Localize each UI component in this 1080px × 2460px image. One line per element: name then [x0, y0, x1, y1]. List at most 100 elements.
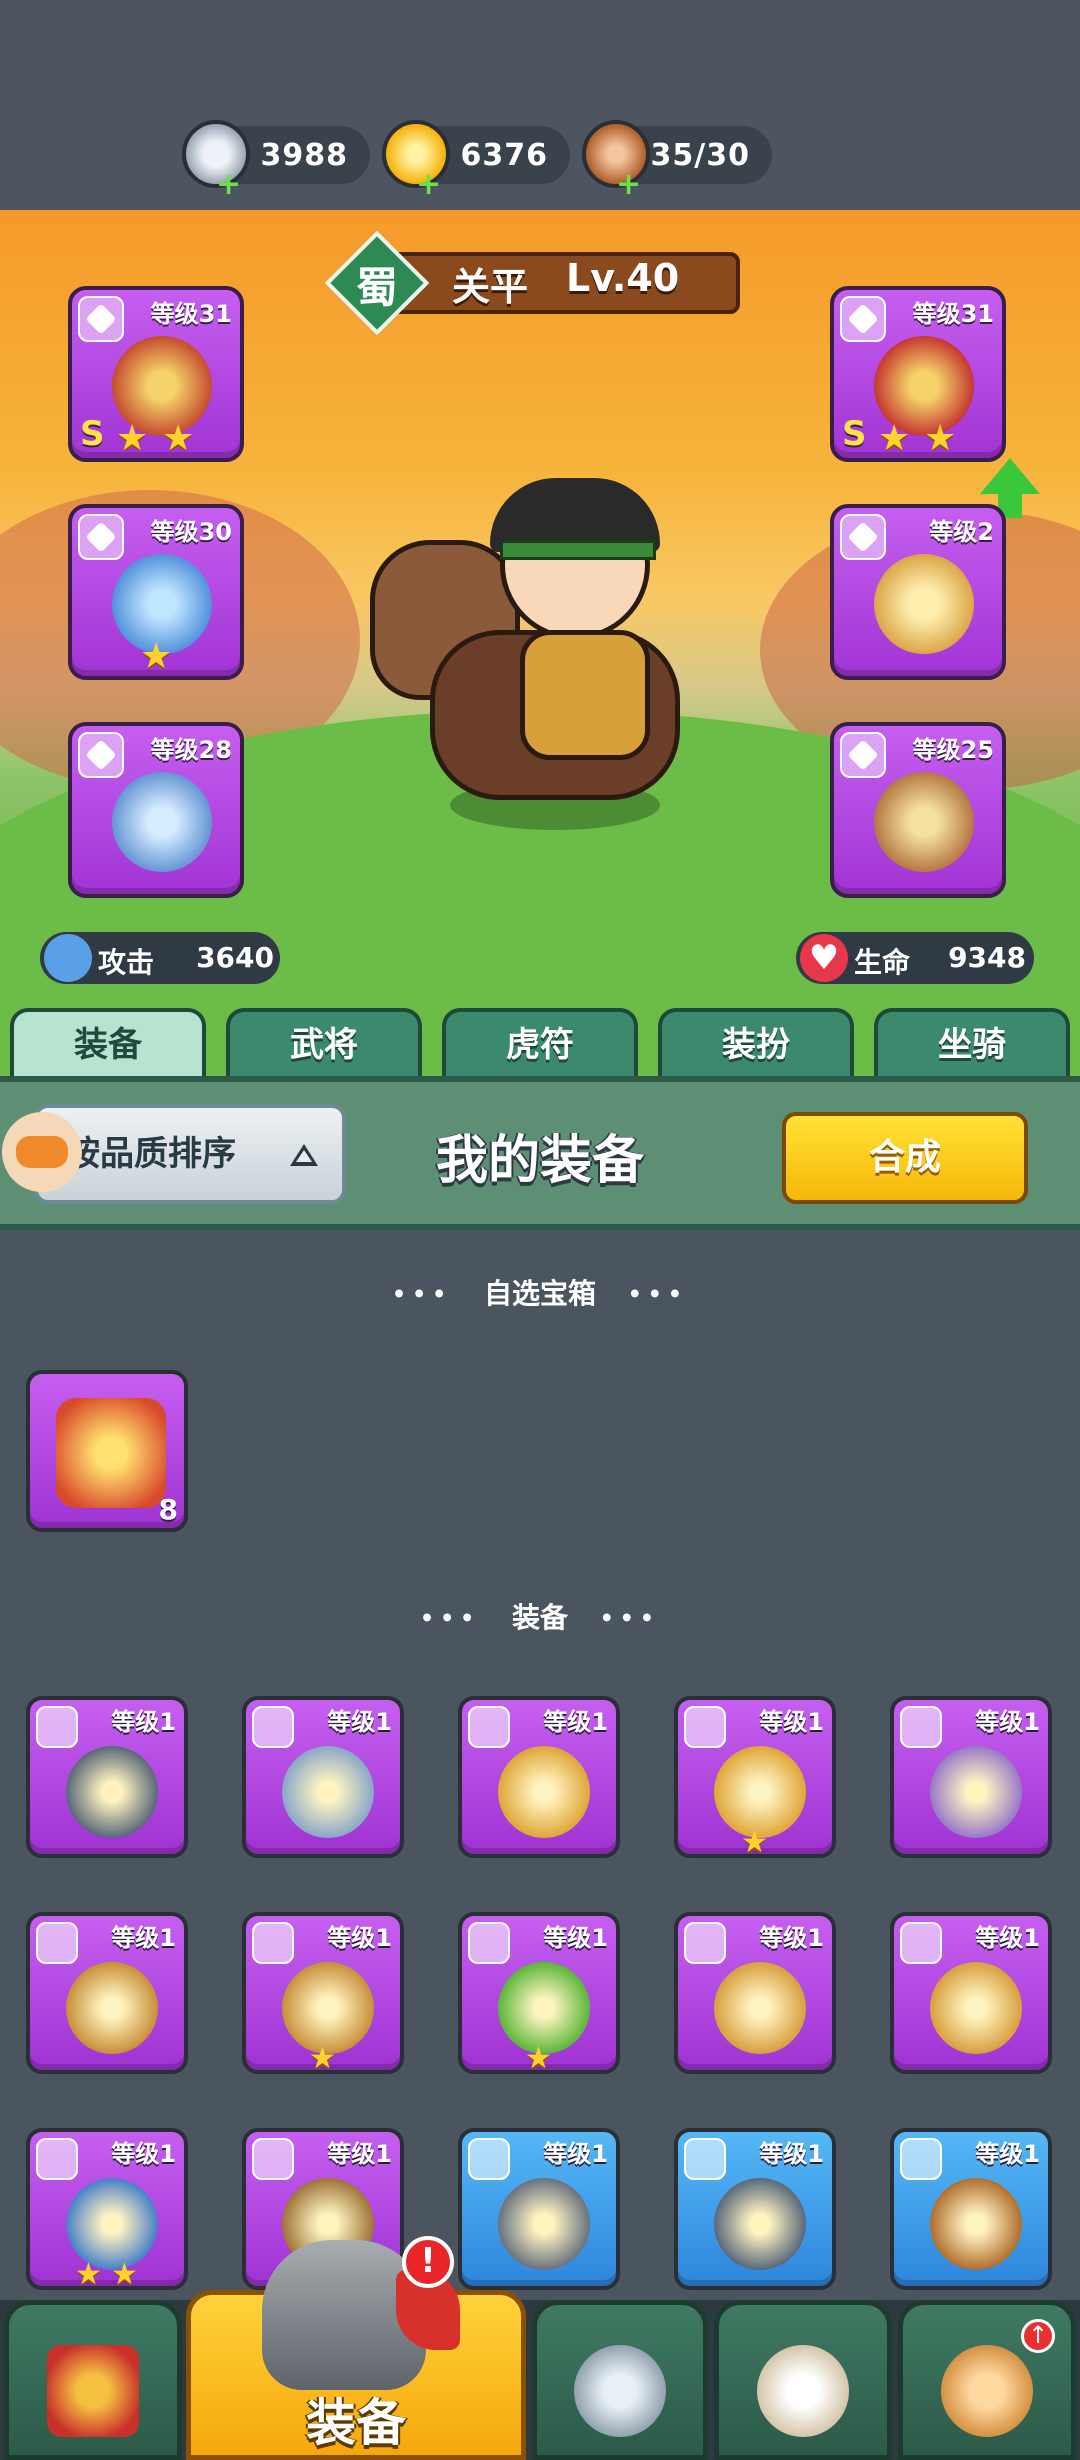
equipment-art-icon — [66, 1962, 158, 2054]
equip-section-header: ••• 装备 ••• — [0, 1596, 1080, 1636]
tab-mount[interactable]: 坐骑 — [874, 1008, 1070, 1080]
weapon-slot[interactable]: 等级31 S ★ ★ — [68, 286, 244, 462]
slot-level: 等级28 — [150, 736, 232, 764]
hero-headband — [500, 540, 656, 560]
slot-level: 等级31 — [150, 300, 232, 328]
equipment-item[interactable]: 等级1 — [458, 2128, 620, 2290]
item-level: 等级1 — [759, 1924, 824, 1952]
grade-label: S — [80, 414, 105, 454]
equipment-item[interactable]: 等级1 — [890, 1912, 1052, 2074]
equipment-item[interactable]: 等级1 — [674, 1912, 836, 2074]
hero-armor — [520, 630, 650, 760]
star-icon: ★ — [116, 418, 149, 459]
equipment-item[interactable]: 等级1 ★ — [674, 1696, 836, 1860]
equipment-art-icon — [930, 2178, 1022, 2270]
amulet-type-icon — [78, 514, 124, 560]
tab-equipment[interactable]: 装备 — [10, 1008, 206, 1080]
equipment-item[interactable]: 等级1 — [458, 1696, 620, 1858]
equipment-type-icon — [36, 2138, 78, 2180]
gold-resource[interactable]: + 6376 — [382, 120, 570, 200]
star-icon: ★ — [140, 636, 173, 677]
hero-level: Lv.40 — [566, 256, 680, 300]
treasure-chest-icon — [56, 1398, 166, 1508]
equipment-art-icon — [498, 1746, 590, 1838]
equipment-type-icon — [252, 1706, 294, 1748]
item-level: 等级1 — [111, 1924, 176, 1952]
nav-city-button[interactable] — [4, 2300, 182, 2460]
helmet-type-icon — [78, 732, 124, 778]
armor-type-icon — [840, 296, 886, 342]
tab-outfit[interactable]: 装扮 — [658, 1008, 854, 1080]
red-up-arrow-icon: ↑ — [1021, 2319, 1055, 2353]
equipment-type-icon — [684, 2138, 726, 2180]
item-level: 等级1 — [327, 1708, 392, 1736]
nav-quest-button[interactable] — [714, 2300, 892, 2460]
boots-icon — [874, 772, 974, 872]
bracer-slot[interactable]: 等级2 — [830, 504, 1006, 680]
item-level: 等级1 — [759, 2140, 824, 2168]
star-icon: ★ — [75, 2257, 102, 2292]
armor-slot[interactable]: 等级31 S ★ ★ — [830, 286, 1006, 462]
item-level: 等级1 — [111, 1708, 176, 1736]
grade-label: S — [842, 414, 867, 454]
chest-section-title: 自选宝箱 — [483, 1277, 596, 1310]
nav-upgrade-button[interactable]: ↑ — [898, 2300, 1076, 2460]
hero-showcase: 蜀 关平 Lv.40 等级31 S ★ ★ 等级30 ★ 等级28 等级31 S… — [0, 210, 1080, 1080]
item-level: 等级1 — [327, 1924, 392, 1952]
add-gold-icon[interactable]: + — [416, 170, 441, 200]
equipment-item[interactable]: 等级1 — [674, 2128, 836, 2290]
item-level: 等级1 — [975, 2140, 1040, 2168]
equipment-item[interactable]: 等级1 — [26, 1696, 188, 1858]
slot-level: 等级31 — [912, 300, 994, 328]
equipment-type-icon — [252, 1922, 294, 1964]
add-stamina-icon[interactable]: + — [616, 170, 641, 200]
add-silver-icon[interactable]: + — [216, 170, 241, 200]
tab-generals[interactable]: 武将 — [226, 1008, 422, 1080]
combine-button[interactable]: 合成 — [782, 1112, 1028, 1204]
item-level: 等级1 — [975, 1924, 1040, 1952]
stamina-value: 35/30 — [650, 138, 750, 173]
chest-count: 8 — [158, 1493, 178, 1526]
dots-left-icon: ••• — [392, 1282, 453, 1308]
equipment-art-icon — [930, 1962, 1022, 2054]
sword-stat-icon — [44, 934, 92, 982]
equipment-type-icon — [900, 1706, 942, 1748]
silver-resource[interactable]: + 3988 — [182, 120, 370, 200]
equipment-type-icon — [468, 2138, 510, 2180]
equipment-item[interactable]: 等级1 — [890, 1696, 1052, 1858]
nav-formation-button[interactable] — [532, 2300, 708, 2460]
hp-stat: ♥ 生命 9348 — [796, 932, 1034, 984]
helmet-slot[interactable]: 等级28 — [68, 722, 244, 898]
equipment-header-panel: 按品质排序 我的装备 合成 — [0, 1076, 1080, 1230]
selectable-chest-item[interactable]: 8 — [26, 1370, 188, 1532]
heart-icon: ♥ — [800, 934, 848, 982]
upgrade-arrow-icon[interactable] — [980, 458, 1040, 494]
item-level: 等级1 — [327, 2140, 392, 2168]
item-level: 等级1 — [543, 1924, 608, 1952]
equipment-item[interactable]: 等级1 — [242, 1696, 404, 1858]
equipment-item[interactable]: 等级1 ★ ★ — [26, 2128, 188, 2292]
item-level: 等级1 — [759, 1708, 824, 1736]
boots-type-icon — [840, 732, 886, 778]
dots-right-icon: ••• — [599, 1606, 660, 1632]
helmet-icon — [112, 772, 212, 872]
star-icon: ★ — [924, 418, 957, 459]
dots-left-icon: ••• — [420, 1606, 481, 1632]
stamina-resource[interactable]: + 35/30 — [582, 120, 772, 200]
slot-level: 等级2 — [929, 518, 994, 546]
gamepad-icon[interactable] — [2, 1112, 82, 1192]
amulet-slot[interactable]: 等级30 ★ — [68, 504, 244, 680]
tab-tiger-tally[interactable]: 虎符 — [442, 1008, 638, 1080]
equipment-type-icon — [468, 1706, 510, 1748]
hp-value: 9348 — [948, 941, 1026, 974]
boots-slot[interactable]: 等级25 — [830, 722, 1006, 898]
equipment-art-icon — [66, 1746, 158, 1838]
equipment-item[interactable]: 等级1 ★ — [242, 1912, 404, 2076]
equipment-item[interactable]: 等级1 — [890, 2128, 1052, 2290]
equipment-item[interactable]: 等级1 — [26, 1912, 188, 2074]
star-icon: ★ — [309, 2041, 336, 2076]
gold-value: 6376 — [460, 138, 548, 173]
silver-value: 3988 — [260, 138, 348, 173]
equipment-item[interactable]: 等级1 ★ — [458, 1912, 620, 2076]
item-level: 等级1 — [543, 2140, 608, 2168]
